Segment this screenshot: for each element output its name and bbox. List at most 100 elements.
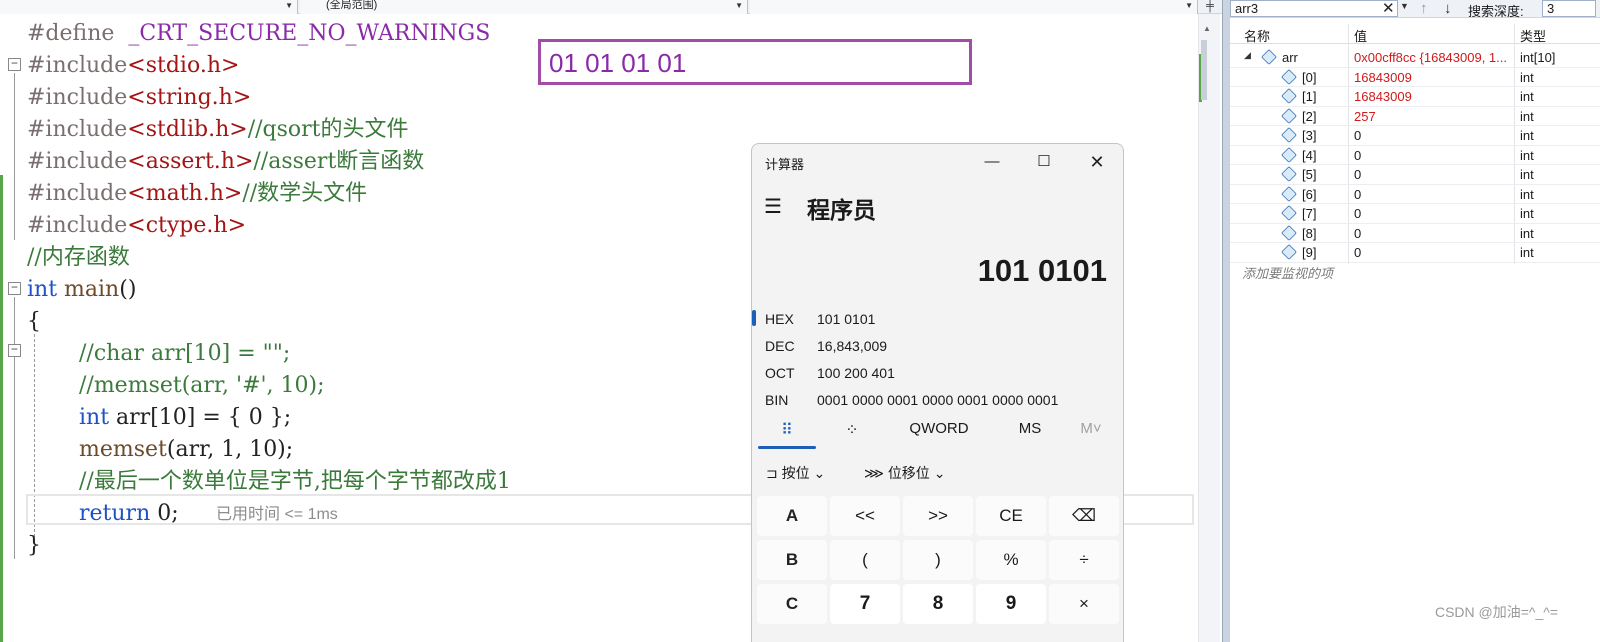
key-a[interactable]: A	[757, 496, 827, 536]
bit-shift-menu[interactable]: ⋙ 位移位 ⌄	[864, 463, 945, 483]
column-value-header[interactable]: 值	[1354, 26, 1367, 45]
radix-value: 101 0101	[817, 311, 876, 327]
watch-row-root[interactable]: ◢ arr 0x00cff8cc {16843009, 1... int[10]	[1230, 48, 1600, 68]
variable-cube-icon	[1281, 244, 1297, 260]
clear-icon[interactable]: ✕	[1382, 0, 1395, 17]
fold-toggle-icon[interactable]: −	[8, 344, 21, 357]
chevron-down-icon[interactable]: ▼	[1400, 1, 1409, 11]
scope-combo-label: (全局范围)	[326, 0, 378, 11]
shift-icon: ⋙	[864, 465, 884, 481]
logic-gate-icon: ⊐	[766, 465, 778, 481]
editor-vertical-scrollbar[interactable]: ▲	[1198, 14, 1220, 642]
key-open-paren[interactable]: (	[830, 540, 900, 580]
editor-navigation-bar: ▼ (全局范围) ▼ ▼ ╪	[0, 0, 1222, 14]
divide-icon[interactable]: ÷	[1049, 540, 1119, 580]
watch-name: [0]	[1302, 69, 1317, 85]
watch-name: [1]	[1302, 89, 1317, 104]
memory-view-button[interactable]: M˅	[1074, 420, 1108, 437]
watch-name: [4]	[1302, 147, 1317, 163]
watch-value: 0	[1354, 147, 1362, 163]
column-name-header[interactable]: 名称	[1244, 26, 1270, 45]
watch-panel[interactable]: arr3 ✕ ▼ ↑ ↓ 搜索深度: 3 名称 值 类型 ◢ arr 0x00c…	[1230, 0, 1600, 642]
split-icon[interactable]: ╪	[1198, 0, 1222, 14]
project-combo[interactable]: ▼	[0, 0, 298, 14]
key-close-paren[interactable]: )	[903, 540, 973, 580]
member-combo[interactable]: ▼	[750, 0, 1198, 14]
key-c[interactable]: C	[757, 584, 827, 624]
add-watch-item[interactable]: 添加要监视的项	[1242, 263, 1333, 282]
close-button[interactable]: ✕	[1077, 150, 1117, 174]
tab-selected-indicator	[758, 446, 816, 449]
search-depth-label: 搜索深度:	[1468, 4, 1524, 19]
watch-toolbar: arr3 ✕ ▼ ↑ ↓ 搜索深度: 3	[1230, 0, 1600, 19]
radix-row-oct[interactable]: OCT 100 200 401	[752, 360, 1123, 386]
watch-type: int	[1520, 167, 1534, 182]
key-clear-entry[interactable]: CE	[976, 496, 1046, 536]
code-line-5: #include<assert.h>//assert断言函数	[27, 149, 425, 174]
scroll-up-icon[interactable]: ▲	[1203, 24, 1215, 34]
radix-label: BIN	[765, 392, 789, 408]
key-percent[interactable]: %	[976, 540, 1046, 580]
arrow-down-icon[interactable]: ↓	[1444, 0, 1452, 17]
variable-cube-icon	[1281, 146, 1297, 163]
bit-shift-label: 位移位	[887, 465, 930, 481]
watch-row[interactable]: [9] 0 int	[1230, 243, 1600, 263]
watch-row[interactable]: [5] 0 int	[1230, 165, 1600, 185]
fold-guide-line	[14, 73, 15, 240]
selection-indicator	[752, 310, 756, 326]
watch-row[interactable]: [1] 16843009 int	[1230, 87, 1600, 107]
watch-row[interactable]: [7] 0 int	[1230, 204, 1600, 224]
minimize-button[interactable]: —	[972, 150, 1012, 174]
memory-store-button[interactable]: MS	[1010, 420, 1050, 437]
word-size-button[interactable]: QWORD	[902, 420, 976, 437]
key-9[interactable]: 9	[976, 584, 1046, 624]
watch-name: [6]	[1302, 186, 1317, 202]
collapse-triangle-icon[interactable]: ◢	[1244, 50, 1251, 61]
calculator-window[interactable]: 计算器 — ☐ ✕ ☰ 程序员 101 0101 HEX 101 0101 DE…	[751, 143, 1124, 642]
maximize-button[interactable]: ☐	[1024, 150, 1064, 174]
watch-row[interactable]: [4] 0 int	[1230, 146, 1600, 165]
key-shift-right[interactable]: >>	[903, 496, 973, 536]
scope-combo[interactable]: (全局范围) ▼	[300, 0, 748, 14]
multiply-icon[interactable]: ×	[1049, 584, 1119, 624]
watch-value: 0	[1354, 186, 1362, 202]
search-depth-input[interactable]: 3	[1542, 0, 1596, 17]
code-line-17: }	[27, 533, 41, 558]
watch-name: [9]	[1302, 245, 1317, 260]
fold-toggle-icon[interactable]: −	[8, 58, 21, 71]
radix-row-dec[interactable]: DEC 16,843,009	[752, 333, 1123, 359]
chevron-down-icon: ⌄	[813, 465, 826, 481]
bitwise-menu[interactable]: ⊐ 按位 ⌄	[766, 463, 825, 483]
watch-value: 0	[1354, 225, 1362, 241]
fold-toggle-icon[interactable]: −	[8, 282, 21, 295]
watch-value: 0	[1354, 167, 1362, 182]
key-8[interactable]: 8	[903, 584, 973, 624]
key-b[interactable]: B	[757, 540, 827, 580]
watch-row[interactable]: [3] 0 int	[1230, 126, 1600, 146]
watermark-text: CSDN @加油=^_^=	[1434, 604, 1558, 620]
watch-row[interactable]: [0] 16843009 int	[1230, 68, 1600, 87]
watch-row[interactable]: [6] 0 int	[1230, 185, 1600, 204]
scrollbar-thumb[interactable]	[1201, 40, 1207, 100]
bit-toggle-icon[interactable]: ⁘	[832, 420, 872, 440]
code-line-2: #include<stdio.h>	[27, 53, 240, 78]
watch-value: 16843009	[1354, 89, 1412, 104]
radix-label: HEX	[765, 311, 794, 327]
arrow-up-icon[interactable]: ↑	[1420, 0, 1428, 17]
keypad-icon[interactable]: ⠿	[760, 420, 814, 448]
watch-row[interactable]: [8] 0 int	[1230, 224, 1600, 243]
key-7[interactable]: 7	[830, 584, 900, 624]
backspace-icon[interactable]: ⌫	[1049, 496, 1119, 536]
code-line-10: {	[27, 309, 41, 334]
radix-row-bin[interactable]: BIN 0001 0000 0001 0000 0001 0000 0001	[752, 387, 1123, 413]
watch-name: [5]	[1302, 167, 1317, 182]
watch-search-input[interactable]: arr3	[1230, 0, 1398, 17]
hamburger-menu-icon[interactable]: ☰	[764, 194, 782, 219]
watch-row[interactable]: [2] 257 int	[1230, 107, 1600, 126]
column-type-header[interactable]: 类型	[1520, 26, 1546, 45]
key-shift-left[interactable]: <<	[830, 496, 900, 536]
pane-splitter[interactable]	[1222, 0, 1230, 642]
watch-name: [8]	[1302, 225, 1317, 241]
variable-cube-icon	[1281, 166, 1297, 182]
radix-row-hex[interactable]: HEX 101 0101	[752, 306, 1123, 332]
